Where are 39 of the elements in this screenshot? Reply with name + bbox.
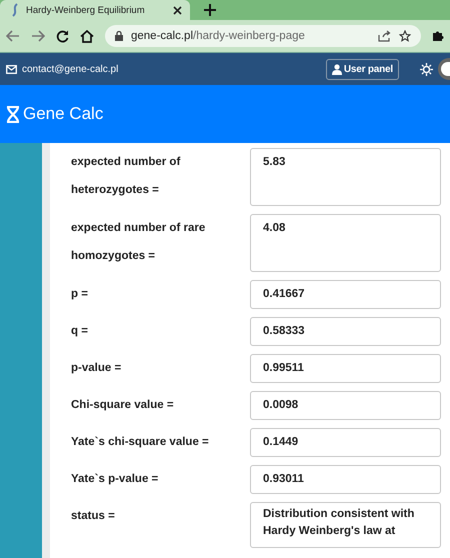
forward-icon[interactable] xyxy=(31,30,45,42)
output-field[interactable]: 0.0098 xyxy=(250,391,441,420)
star-icon[interactable] xyxy=(399,30,411,42)
lock-icon xyxy=(115,31,123,41)
mail-icon xyxy=(6,64,17,74)
brand-name[interactable]: Gene Calc xyxy=(23,104,104,124)
result-label: Yate`s chi-square value = xyxy=(71,435,210,450)
contact-email[interactable]: contact@gene-calc.pl xyxy=(22,64,118,74)
home-icon[interactable] xyxy=(80,30,94,42)
output-field[interactable]: Distribution consistent with Hardy Weinberg's law at xyxy=(250,502,441,548)
result-label: Yate`s p-value = xyxy=(71,472,160,487)
output-field[interactable]: 0.1449 xyxy=(250,428,441,457)
result-label: p-value = xyxy=(71,361,122,376)
user-panel-button[interactable]: User panel xyxy=(326,58,399,80)
back-icon[interactable] xyxy=(6,30,20,42)
output-field[interactable]: 0.93011 xyxy=(250,465,441,494)
result-label: expected number of heterozygotes = xyxy=(71,155,182,198)
result-label: p = xyxy=(71,287,89,302)
puzzle-icon[interactable] xyxy=(432,30,444,42)
result-label: q = xyxy=(71,324,89,339)
url-text: gene-calc.pl/hardy-weinberg-page xyxy=(131,30,305,42)
browser-tab[interactable]: Hardy-Weinberg Equilibrium xyxy=(0,0,190,20)
output-field[interactable]: 5.83 xyxy=(250,148,441,206)
output-field[interactable]: 4.08 xyxy=(250,214,441,272)
sun-icon xyxy=(420,62,433,76)
result-label: status = xyxy=(71,509,116,524)
share-icon[interactable] xyxy=(378,30,391,42)
plus-icon[interactable] xyxy=(204,4,216,16)
theme-toggle[interactable] xyxy=(438,58,450,80)
address-bar[interactable]: gene-calc.pl/hardy-weinberg-page xyxy=(105,25,421,47)
output-field[interactable]: 0.41667 xyxy=(250,280,441,309)
result-label: Chi-square value = xyxy=(71,398,175,413)
reload-icon[interactable] xyxy=(56,30,69,42)
result-label: expected number of rare homozygotes = xyxy=(71,221,206,264)
output-field[interactable]: 0.58333 xyxy=(250,317,441,346)
tab-title: Hardy-Weinberg Equilibrium xyxy=(26,4,146,16)
user-icon xyxy=(332,64,342,74)
output-field[interactable]: 0.99511 xyxy=(250,354,441,383)
close-icon[interactable] xyxy=(173,6,182,14)
